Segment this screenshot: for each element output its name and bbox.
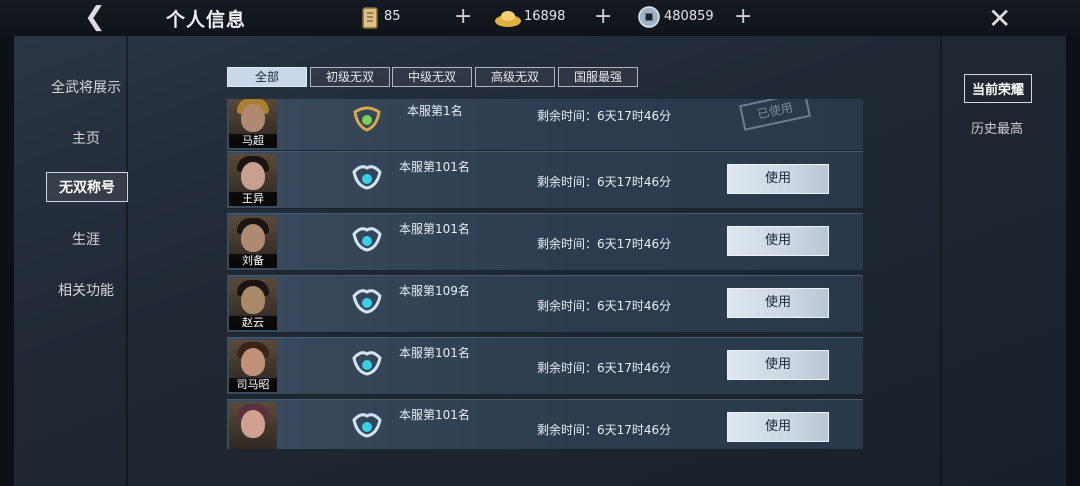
general-portrait: 赵云 xyxy=(229,278,277,330)
add-token-button[interactable]: + xyxy=(454,4,472,29)
rank-text: 本服第101名 xyxy=(399,346,470,360)
token-count: 85 xyxy=(384,9,401,24)
general-name: 王异 xyxy=(229,192,277,206)
use-title-button[interactable]: 使用 xyxy=(727,350,829,380)
remaining-time: 剩余时间：6天17时46分 xyxy=(537,175,672,189)
right-divider xyxy=(940,36,942,486)
filter-mid-wushuang[interactable]: 中级无双 xyxy=(392,67,472,87)
back-icon[interactable]: ❮ xyxy=(84,2,106,32)
page-title: 个人信息 xyxy=(166,9,247,31)
silver-title-emblem-icon xyxy=(352,227,382,252)
rank-text: 本服第101名 xyxy=(399,408,470,422)
filter-all[interactable]: 全部 xyxy=(227,67,307,87)
gold-ingot-icon xyxy=(495,11,521,27)
rank-text: 本服第1名 xyxy=(407,104,463,118)
token-icon xyxy=(362,7,378,29)
general-portrait: 马超 xyxy=(229,99,277,148)
rank-text: 本服第109名 xyxy=(399,284,470,298)
nav-all-generals[interactable]: 全武将展示 xyxy=(46,77,126,97)
gold-count: 16898 xyxy=(524,9,566,24)
add-coin-button[interactable]: + xyxy=(734,4,752,29)
nav-related-features[interactable]: 相关功能 xyxy=(46,280,126,300)
rank-text: 本服第101名 xyxy=(399,160,470,174)
coin-icon xyxy=(638,6,660,28)
use-title-button[interactable]: 使用 xyxy=(727,164,829,194)
remaining-time: 剩余时间：6天17时46分 xyxy=(537,237,672,251)
nav-home[interactable]: 主页 xyxy=(46,128,126,148)
top-bar: ❮ 个人信息 85 + 16898 + 480859 + ✕ xyxy=(0,0,1080,36)
remaining-time: 剩余时间：6天17时46分 xyxy=(537,423,672,437)
tab-history-best[interactable]: 历史最高 xyxy=(964,118,1030,137)
general-name: 司马昭 xyxy=(229,378,277,392)
remaining-time: 剩余时间：6天17时46分 xyxy=(537,361,672,375)
general-name: 赵云 xyxy=(229,316,277,330)
coin-count: 480859 xyxy=(664,9,714,24)
remaining-time: 剩余时间：6天17时46分 xyxy=(537,299,672,313)
filter-server-strongest[interactable]: 国服最强 xyxy=(558,67,638,87)
gold-title-emblem-icon xyxy=(353,106,381,132)
silver-title-emblem-icon xyxy=(352,289,382,314)
used-stamp: 已使用 xyxy=(739,99,811,131)
use-title-button[interactable]: 使用 xyxy=(727,226,829,256)
general-portrait: 王异 xyxy=(229,154,277,206)
use-title-button[interactable]: 使用 xyxy=(727,412,829,442)
nav-wushuang-title[interactable]: 无双称号 xyxy=(46,172,128,202)
filter-high-wushuang[interactable]: 高级无双 xyxy=(475,67,555,87)
left-divider xyxy=(126,36,128,486)
rank-text: 本服第101名 xyxy=(399,222,470,236)
general-name: 刘备 xyxy=(229,254,277,268)
general-portrait: 司马昭 xyxy=(229,340,277,392)
remaining-time: 剩余时间：6天17时46分 xyxy=(537,109,672,123)
general-portrait: 刘备 xyxy=(229,216,277,268)
general-name: 马超 xyxy=(229,134,277,148)
use-title-button[interactable]: 使用 xyxy=(727,288,829,318)
nav-career[interactable]: 生涯 xyxy=(46,229,126,249)
title-row: 刘备 本服第101名 剩余时间：6天17时46分 使用 xyxy=(227,213,863,271)
title-row: 司马昭 本服第101名 剩余时间：6天17时46分 使用 xyxy=(227,337,863,395)
silver-title-emblem-icon xyxy=(352,351,382,376)
title-row: 马超 本服第1名 剩余时间：6天17时46分 已使用 xyxy=(227,99,863,151)
close-icon[interactable]: ✕ xyxy=(988,2,1011,35)
title-row: 王异 本服第101名 剩余时间：6天17时46分 使用 xyxy=(227,151,863,209)
title-row: 本服第101名 剩余时间：6天17时46分 使用 xyxy=(227,399,863,449)
tab-current-glory[interactable]: 当前荣耀 xyxy=(964,74,1032,103)
general-portrait xyxy=(229,402,277,449)
silver-title-emblem-icon xyxy=(352,413,382,438)
silver-title-emblem-icon xyxy=(352,165,382,190)
title-row: 赵云 本服第109名 剩余时间：6天17时46分 使用 xyxy=(227,275,863,333)
filter-basic-wushuang[interactable]: 初级无双 xyxy=(310,67,390,87)
title-list[interactable]: 马超 本服第1名 剩余时间：6天17时46分 已使用 王异 本服第101名 剩余… xyxy=(227,99,863,449)
add-gold-button[interactable]: + xyxy=(594,4,612,29)
